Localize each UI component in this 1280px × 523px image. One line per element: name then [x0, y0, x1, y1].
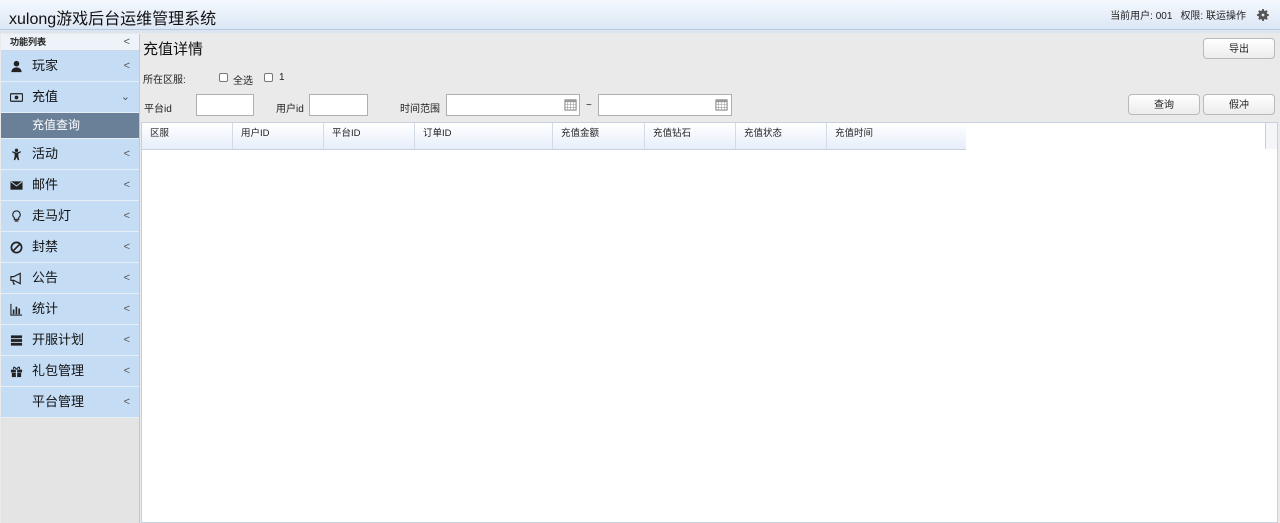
- chevron-left-icon[interactable]: <: [124, 34, 130, 50]
- column-header[interactable]: 区服: [142, 123, 233, 149]
- child-icon: [11, 148, 22, 161]
- sidebar-item-label: 玩家: [32, 58, 59, 73]
- sidebar-item-label: 统计: [32, 301, 59, 316]
- select-all-label: 全选: [233, 76, 253, 87]
- server-label: 所在区服:: [143, 75, 186, 86]
- column-header[interactable]: 充值状态: [736, 123, 827, 149]
- export-button[interactable]: 导出: [1203, 38, 1275, 59]
- sidebar-item-label: 走马灯: [32, 208, 72, 223]
- app-title: xulong游戏后台运维管理系统: [9, 11, 217, 28]
- sidebar-item-label: 活动: [32, 146, 59, 161]
- sidebar-item-server-plan[interactable]: 开服计划 <: [1, 325, 139, 356]
- chevron-left-icon: <: [123, 272, 130, 284]
- recharge-table: 区服 用户ID 平台ID 订单ID 充值金额 充值钻石 充值状态 充值时间: [141, 122, 1278, 523]
- time-start-input[interactable]: [446, 94, 580, 116]
- gift-icon: [10, 366, 23, 378]
- sidebar-title: 功能列表: [10, 37, 47, 47]
- sidebar-item-mail[interactable]: 邮件 <: [1, 170, 139, 201]
- table-scrollbar[interactable]: [1265, 123, 1277, 149]
- range-separator: ~: [586, 100, 592, 111]
- sidebar-item-recharge[interactable]: 充值 ⌄: [1, 82, 139, 113]
- sidebar-item-statistics[interactable]: 统计 <: [1, 294, 139, 325]
- sidebar-item-platform[interactable]: 平台管理 <: [1, 387, 139, 418]
- time-range-label: 时间范围: [400, 104, 440, 115]
- calendar-icon[interactable]: [715, 98, 728, 111]
- sidebar-item-label: 平台管理: [32, 394, 85, 409]
- sidebar-item-player[interactable]: 玩家 <: [1, 51, 139, 82]
- sidebar-item-ban[interactable]: 封禁 <: [1, 232, 139, 263]
- chevron-down-icon: ⌄: [120, 91, 130, 103]
- server-1-label: 1: [279, 72, 285, 83]
- top-header: xulong游戏后台运维管理系统 当前用户: 001 权限: 联运操作: [0, 0, 1280, 30]
- table-header: 区服 用户ID 平台ID 订单ID 充值金额 充值钻石 充值状态 充值时间: [142, 123, 966, 150]
- column-header[interactable]: 平台ID: [324, 123, 415, 149]
- chevron-left-icon: <: [123, 241, 130, 253]
- sidebar-item-announcement[interactable]: 公告 <: [1, 263, 139, 294]
- chevron-left-icon: <: [123, 334, 130, 346]
- sidebar-subitem-recharge-query[interactable]: 充值查询: [1, 113, 139, 139]
- time-end-input[interactable]: [598, 94, 732, 116]
- column-header[interactable]: 订单ID: [415, 123, 553, 149]
- header-user-info: 当前用户: 001 权限: 联运操作: [1110, 7, 1270, 22]
- column-header[interactable]: 用户ID: [233, 123, 324, 149]
- chevron-left-icon: <: [123, 148, 130, 160]
- chevron-left-icon: <: [123, 210, 130, 222]
- sidebar-item-label: 礼包管理: [32, 363, 85, 378]
- envelope-icon: [10, 181, 23, 190]
- user-id-label: 用户id: [276, 104, 304, 115]
- chevron-left-icon: <: [123, 179, 130, 191]
- reversal-button[interactable]: 假冲: [1203, 94, 1275, 115]
- sidebar-item-label: 充值: [32, 89, 59, 104]
- sidebar-item-label: 公告: [32, 270, 59, 285]
- user-icon: [11, 60, 22, 73]
- bar-chart-icon: [10, 303, 23, 316]
- server-icon: [10, 335, 23, 346]
- sidebar-item-gift[interactable]: 礼包管理 <: [1, 356, 139, 387]
- chevron-left-icon: <: [123, 303, 130, 315]
- sidebar: 功能列表 < 玩家 < 充值 ⌄ 充值查询 活动 < 邮件 < 走马灯 < 封禁…: [1, 34, 140, 523]
- select-all-checkbox[interactable]: [219, 73, 228, 82]
- sidebar-item-marquee[interactable]: 走马灯 <: [1, 201, 139, 232]
- column-header[interactable]: 充值钻石: [645, 123, 736, 149]
- column-header[interactable]: 充值时间: [827, 123, 966, 149]
- ban-icon: [10, 241, 23, 254]
- bullhorn-icon: [10, 272, 21, 285]
- platform-id-label: 平台id: [144, 104, 172, 115]
- gear-icon[interactable]: [1256, 8, 1270, 22]
- permission-label: 权限: 联运操作: [1180, 11, 1246, 22]
- header-divider: [0, 30, 1280, 33]
- main-content: 充值详情 导出 所在区服: 全选 1 平台id 用户id 时间范围 ~ 查询 假…: [141, 34, 1280, 523]
- platform-id-input[interactable]: [196, 94, 254, 116]
- sidebar-item-activity[interactable]: 活动 <: [1, 139, 139, 170]
- lightbulb-icon: [12, 210, 21, 222]
- current-user-label: 当前用户: 001: [1110, 11, 1173, 22]
- sidebar-header: 功能列表 <: [1, 34, 139, 51]
- calendar-icon[interactable]: [564, 98, 577, 111]
- sidebar-item-label: 开服计划: [32, 332, 85, 347]
- chevron-left-icon: <: [123, 365, 130, 377]
- chevron-left-icon: <: [123, 60, 130, 72]
- page-title: 充值详情: [143, 41, 204, 58]
- sidebar-item-label: 封禁: [32, 239, 59, 254]
- sidebar-item-label: 邮件: [32, 177, 59, 192]
- user-id-input[interactable]: [309, 94, 368, 116]
- server-1-checkbox[interactable]: [264, 73, 273, 82]
- query-button[interactable]: 查询: [1128, 94, 1200, 115]
- column-header[interactable]: 充值金额: [553, 123, 645, 149]
- chevron-left-icon: <: [123, 396, 130, 408]
- money-icon: [10, 93, 23, 102]
